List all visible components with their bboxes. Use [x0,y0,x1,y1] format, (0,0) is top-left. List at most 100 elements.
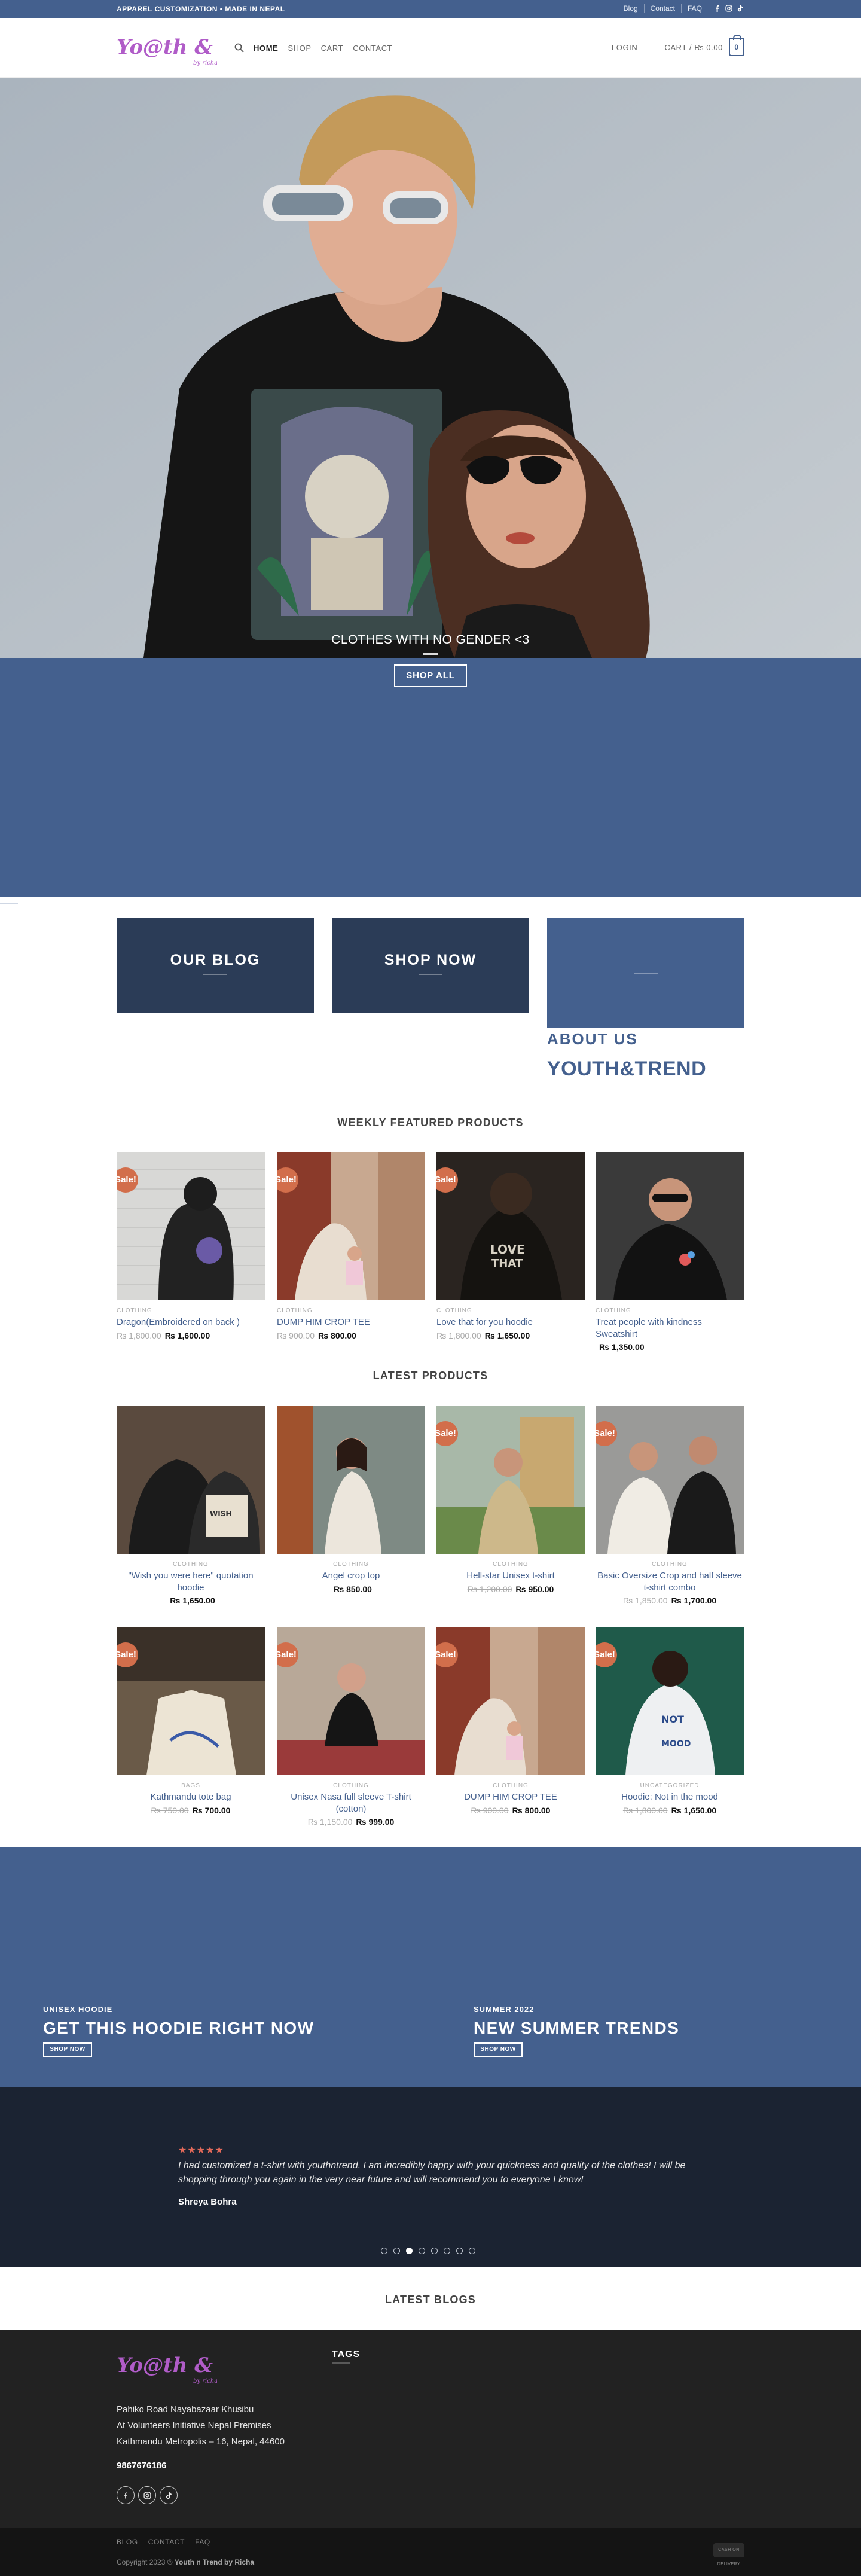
product-image[interactable]: Sale! [436,1627,585,1775]
product-name[interactable]: Kathmandu tote bag [117,1791,265,1803]
header-account: LOGIN CART / ₨ 0.00 0 [612,35,744,56]
product-name[interactable]: DUMP HIM CROP TEE [277,1316,425,1328]
product-card[interactable]: CLOTHING Treat people with kindness Swea… [596,1152,744,1352]
product-card[interactable]: NOT MOOD Sale! UNCATEGORIZED Hoodie: Not… [596,1627,744,1815]
facebook-icon[interactable] [714,5,720,12]
product-card[interactable]: Sale! CLOTHING Basic Oversize Crop and h… [596,1406,744,1605]
product-image[interactable] [596,1152,744,1300]
slider-dot[interactable] [393,2248,400,2254]
underline [419,974,442,975]
footer-link-contact[interactable]: CONTACT [148,2538,191,2546]
footer-logo[interactable]: Yo@th & Trend by richa [117,2349,286,2386]
shop-now-box[interactable]: SHOP NOW [332,918,529,1013]
product-name[interactable]: Angel crop top [277,1570,425,1582]
nav-home[interactable]: HOME [254,44,278,53]
product-image[interactable]: Sale! [117,1627,265,1775]
nav-contact[interactable]: CONTACT [353,44,392,53]
cart-link[interactable]: CART / ₨ 0.00 [664,43,723,52]
facebook-icon[interactable] [117,2486,135,2504]
product-card[interactable]: Sale! BAGS Kathmandu tote bag ₨ 750.00 ₨ … [117,1627,265,1815]
product-image[interactable]: NOT MOOD Sale! [596,1627,744,1775]
product-image[interactable]: Sale! [117,1152,265,1300]
slider-dot[interactable] [431,2248,438,2254]
product-image[interactable]: Sale! [596,1406,744,1554]
banner-shop-button[interactable]: SHOP NOW [474,2042,523,2057]
topbar-link-faq[interactable]: FAQ [680,4,708,13]
product-name[interactable]: Hell-star Unisex t-shirt [436,1570,585,1582]
footer-link-blog[interactable]: BLOG [117,2538,144,2546]
product-card[interactable]: Sale! CLOTHING DUMP HIM CROP TEE ₨ 900.0… [436,1627,585,1815]
hero-caption: CLOTHES WITH NO GENDER <3 [331,633,530,647]
testimonial-quote: I had customized a t-shirt with youthntr… [178,2160,686,2185]
footer-tags-title: TAGS [332,2349,361,2359]
nav-shop[interactable]: SHOP [288,44,311,53]
instagram-icon[interactable] [138,2486,156,2504]
about-title: YOUTH&TREND [547,1057,707,1080]
nav-cart[interactable]: CART [321,44,344,53]
product-card[interactable]: Sale! CLOTHING Dragon(Embroidered on bac… [117,1152,265,1340]
product-category: CLOTHING [173,1561,209,1568]
hero-band [0,658,861,897]
product-price: ₨ 1,350.00 [599,1342,645,1352]
product-name[interactable]: Hoodie: Not in the mood [596,1791,744,1803]
product-image[interactable]: LOVE THAT Sale! [436,1152,585,1300]
product-image[interactable] [277,1406,425,1554]
shop-all-button[interactable]: SHOP ALL [394,664,467,687]
product-name[interactable]: Basic Oversize Crop and half sleeve t-sh… [596,1570,744,1593]
site-logo[interactable]: Yo@th & Trend by richa [117,31,286,68]
testimonial-slider-dots [381,2248,475,2254]
latest-products-heading: LATEST PRODUCTS [117,1370,744,1382]
product-image[interactable]: WISH [117,1406,265,1554]
product-name[interactable]: Love that for you hoodie [436,1316,585,1328]
tiktok-icon[interactable] [737,5,743,12]
slider-dot[interactable] [381,2248,387,2254]
main-nav: HOME SHOP CART CONTACT [234,43,392,53]
latest-blogs-heading: LATEST BLOGS [117,2294,744,2306]
product-name[interactable]: DUMP HIM CROP TEE [436,1791,585,1803]
product-price: ₨ 1,650.00 [170,1596,215,1605]
slider-dot[interactable] [456,2248,463,2254]
footer-links: BLOG CONTACT FAQ [117,2538,220,2546]
slider-dot[interactable] [419,2248,425,2254]
slider-dot[interactable] [444,2248,450,2254]
product-card[interactable]: Sale! CLOTHING Hell-star Unisex t-shirt … [436,1406,585,1594]
search-icon[interactable] [234,43,244,53]
banner-shop-button[interactable]: SHOP NOW [43,2042,92,2057]
our-blog-title: OUR BLOG [170,952,261,968]
product-name[interactable]: Treat people with kindness Sweatshirt [596,1316,744,1340]
product-category: CLOTHING [277,1307,313,1314]
cart-total: ₨ 0.00 [694,42,723,52]
product-price: ₨ 750.00 ₨ 700.00 [151,1805,231,1815]
footer-link-faq[interactable]: FAQ [195,2538,215,2546]
top-bar-links: Blog Contact FAQ [618,4,743,13]
svg-text:MOOD: MOOD [661,1739,691,1749]
slider-dot[interactable] [406,2248,413,2254]
topbar-link-contact[interactable]: Contact [643,4,681,13]
product-card[interactable]: LOVE THAT Sale! CLOTHING Love that for y… [436,1152,585,1340]
product-name[interactable]: "Wish you were here" quotation hoodie [117,1570,265,1593]
product-category: CLOTHING [493,1561,529,1568]
about-box[interactable] [547,918,744,1028]
svg-text:NOT: NOT [661,1714,684,1725]
tiktok-icon[interactable] [160,2486,178,2504]
product-card[interactable]: WISH CLOTHING "Wish you were here" quota… [117,1406,265,1605]
product-name[interactable]: Unisex Nasa full sleeve T-shirt (cotton) [277,1791,425,1815]
product-name[interactable]: Dragon(Embroidered on back ) [117,1316,265,1328]
cart-count-icon[interactable]: 0 [729,35,744,56]
product-image[interactable]: Sale! [277,1152,425,1300]
product-card[interactable]: Sale! CLOTHING Unisex Nasa full sleeve T… [277,1627,425,1827]
product-image[interactable]: Sale! [277,1627,425,1775]
slider-dot[interactable] [469,2248,475,2254]
product-category: CLOTHING [436,1307,472,1314]
site-header: Yo@th & Trend by richa HOME SHOP CART CO… [0,18,861,78]
hero-slider-indicator[interactable] [423,653,438,655]
instagram-icon[interactable] [725,5,732,12]
shop-now-title: SHOP NOW [384,952,477,968]
topbar-link-blog[interactable]: Blog [618,4,644,13]
divider-line [0,903,18,904]
product-card[interactable]: CLOTHING Angel crop top ₨ 850.00 [277,1406,425,1594]
our-blog-box[interactable]: OUR BLOG [117,918,314,1013]
login-link[interactable]: LOGIN [612,43,637,52]
product-image[interactable]: Sale! [436,1406,585,1554]
product-card[interactable]: Sale! CLOTHING DUMP HIM CROP TEE ₨ 900.0… [277,1152,425,1340]
